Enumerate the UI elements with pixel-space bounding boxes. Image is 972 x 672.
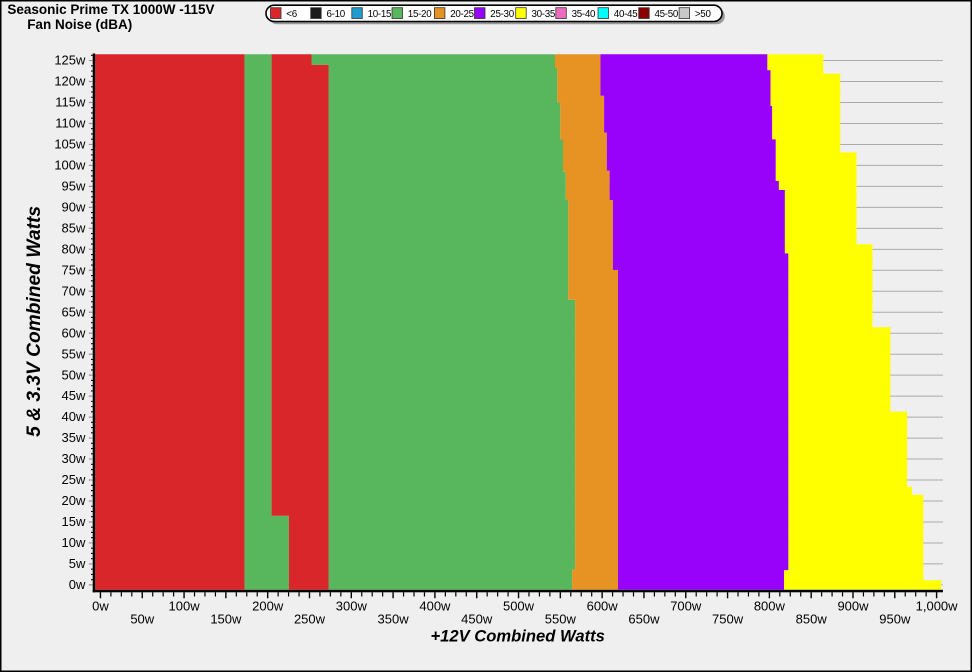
svg-text:0w: 0w <box>69 577 86 592</box>
svg-text:500w: 500w <box>503 598 535 613</box>
svg-text:95w: 95w <box>62 178 86 193</box>
svg-text:25-30: 25-30 <box>490 9 514 20</box>
svg-text:6-10: 6-10 <box>327 9 346 20</box>
svg-text:20-25: 20-25 <box>450 9 474 20</box>
svg-text:>50: >50 <box>695 9 712 20</box>
svg-text:85w: 85w <box>62 220 86 235</box>
svg-text:90w: 90w <box>62 199 86 214</box>
svg-text:1,000w: 1,000w <box>916 598 959 613</box>
svg-text:20w: 20w <box>62 493 86 508</box>
svg-text:10-15: 10-15 <box>368 9 392 20</box>
svg-text:100w: 100w <box>169 598 201 613</box>
svg-text:400w: 400w <box>419 598 451 613</box>
svg-text:<6: <6 <box>286 9 297 20</box>
svg-text:900w: 900w <box>837 598 869 613</box>
svg-text:5w: 5w <box>69 556 86 571</box>
svg-text:30w: 30w <box>62 451 86 466</box>
svg-text:100w: 100w <box>54 158 86 173</box>
svg-text:15-20: 15-20 <box>408 9 432 20</box>
svg-text:50w: 50w <box>130 611 154 626</box>
svg-text:65w: 65w <box>62 304 86 319</box>
svg-text:200w: 200w <box>252 598 284 613</box>
svg-text:35-40: 35-40 <box>572 9 596 20</box>
svg-text:40-45: 40-45 <box>614 9 638 20</box>
svg-text:Fan Noise (dBA): Fan Noise (dBA) <box>27 17 132 32</box>
svg-text:750w: 750w <box>712 611 744 626</box>
svg-text:40w: 40w <box>62 409 86 424</box>
svg-text:45w: 45w <box>62 388 86 403</box>
svg-text:250w: 250w <box>294 611 326 626</box>
svg-text:600w: 600w <box>587 598 619 613</box>
svg-text:550w: 550w <box>545 611 577 626</box>
svg-text:850w: 850w <box>796 611 828 626</box>
svg-text:650w: 650w <box>628 611 660 626</box>
svg-text:50w: 50w <box>62 367 86 382</box>
svg-text:110w: 110w <box>55 116 86 131</box>
svg-text:800w: 800w <box>754 598 786 613</box>
svg-text:5 & 3.3V Combined Watts: 5 & 3.3V Combined Watts <box>24 206 45 437</box>
svg-text:25w: 25w <box>62 472 86 487</box>
svg-text:35w: 35w <box>62 430 86 445</box>
svg-text:45-50: 45-50 <box>655 9 679 20</box>
svg-text:10w: 10w <box>62 535 86 550</box>
svg-text:450w: 450w <box>461 611 493 626</box>
svg-text:120w: 120w <box>54 74 86 89</box>
svg-text:0w: 0w <box>92 598 109 613</box>
svg-text:105w: 105w <box>54 137 86 152</box>
svg-text:60w: 60w <box>62 325 86 340</box>
svg-text:75w: 75w <box>62 262 86 277</box>
svg-text:55w: 55w <box>62 346 86 361</box>
svg-text:30-35: 30-35 <box>532 9 556 20</box>
svg-text:115w: 115w <box>55 95 86 110</box>
svg-text:150w: 150w <box>210 611 242 626</box>
svg-text:+12V Combined Watts: +12V Combined Watts <box>430 626 604 645</box>
svg-text:125w: 125w <box>54 53 86 68</box>
svg-text:700w: 700w <box>670 598 702 613</box>
svg-text:350w: 350w <box>378 611 410 626</box>
svg-text:15w: 15w <box>62 514 86 529</box>
svg-text:Seasonic Prime TX 1000W -115V: Seasonic Prime TX 1000W -115V <box>7 2 214 17</box>
svg-text:300w: 300w <box>336 598 368 613</box>
svg-text:80w: 80w <box>62 241 86 256</box>
svg-text:70w: 70w <box>62 283 86 298</box>
svg-text:950w: 950w <box>879 611 911 626</box>
